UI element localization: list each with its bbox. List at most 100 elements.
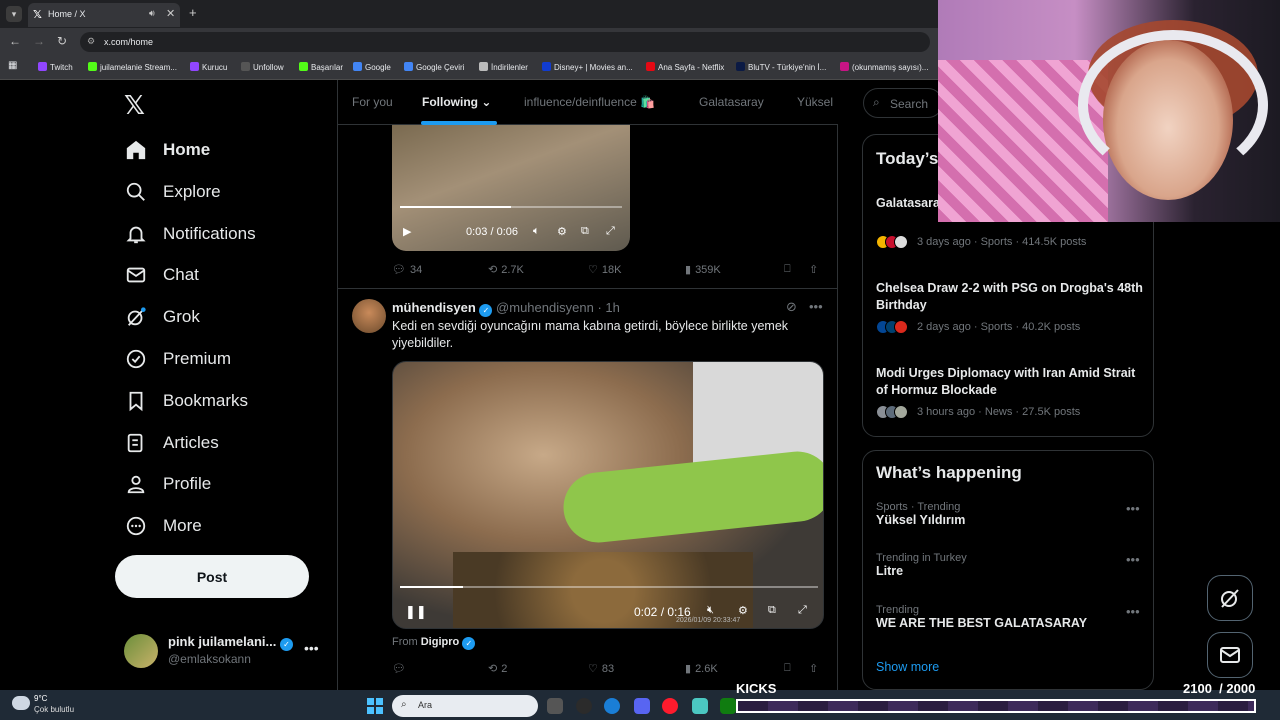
bookmark-item[interactable]: juilamelanie Stream... (88, 62, 177, 72)
app-icon[interactable] (692, 698, 708, 714)
nav-home[interactable]: Home (124, 135, 210, 165)
news-item[interactable]: Modi Urges Diplomacy with Iran Amid Stra… (876, 365, 1146, 399)
pip-icon[interactable]: ⧉ (581, 225, 589, 238)
nav-explore[interactable]: Explore (124, 177, 221, 207)
bookmark-item[interactable]: Kurucu (190, 62, 227, 72)
bookmark-item[interactable]: (okunmamış sayısı)... (840, 62, 928, 72)
discord-icon[interactable] (634, 698, 650, 714)
opera-icon[interactable] (662, 698, 678, 714)
more-dots-icon[interactable]: ••• (304, 640, 319, 656)
mail-icon (1220, 647, 1240, 663)
search-input[interactable]: ⌕ Search (863, 88, 943, 118)
video-source-link[interactable]: Digipro (421, 636, 460, 648)
bookmark-item[interactable]: Google Çeviri (404, 62, 464, 72)
show-more-link[interactable]: Show more (876, 660, 939, 674)
like-button[interactable]: ♡ 18K (588, 263, 621, 277)
tab-following[interactable]: Following ⌄ (422, 95, 491, 109)
views-button[interactable]: ▮ 359K (685, 263, 721, 277)
nav-notifications[interactable]: Notifications (124, 219, 256, 249)
taskbar-search[interactable]: ⌕ Ara (392, 695, 538, 717)
trend-item[interactable]: Trending in Turkey Litre ••• (876, 552, 1146, 578)
nav-articles[interactable]: Articles (124, 428, 219, 458)
mute-icon[interactable]: 🔈︎ (533, 225, 540, 238)
new-tab-button[interactable]: + (189, 5, 197, 20)
weather-description[interactable]: Çok bulutlu (34, 705, 74, 714)
tab-galatasaray[interactable]: Galatasaray (699, 95, 764, 109)
share-button[interactable]: ⇧ (809, 263, 818, 276)
tab-influence-deinfluence[interactable]: influence/deinfluence 🛍️ (524, 95, 655, 109)
settings-gear-icon[interactable]: ⚙ (738, 604, 748, 617)
weather-temperature[interactable]: 9°C (34, 694, 47, 703)
bookmark-favicon-icon (646, 62, 655, 71)
browser-tab[interactable]: 𝕏 Home / X 🔊︎ ✕ (28, 3, 180, 27)
trend-item[interactable]: Sports · Trending Yüksel Yıldırım ••• (876, 501, 1146, 527)
play-icon[interactable]: ▶ (403, 225, 411, 238)
video-progress-fill (400, 206, 511, 208)
site-info-icon[interactable]: ⚙ (87, 36, 95, 47)
xbox-icon[interactable] (720, 698, 736, 714)
repost-button[interactable]: ⟲ 2 (488, 662, 507, 676)
fullscreen-icon[interactable]: ⤢ (798, 604, 807, 617)
edge-icon[interactable] (604, 698, 620, 714)
repost-button[interactable]: ⟲ 2.7K (488, 263, 524, 277)
tab-yuksel[interactable]: Yüksel (797, 95, 833, 109)
bookmark-item[interactable]: Başarılar (299, 62, 343, 72)
account-switcher[interactable]: pink juilamelani... ✓ @emlaksokann ••• (124, 632, 324, 672)
url-bar[interactable]: ⚙ x.com/home (80, 32, 930, 52)
bookmark-item[interactable]: BluTV - Türkiye'nin İ... (736, 62, 826, 72)
nav-profile[interactable]: Profile (124, 469, 211, 499)
post-button[interactable]: Post (115, 555, 309, 598)
apps-grid-icon[interactable]: ▦ (8, 60, 17, 71)
nav-chat[interactable]: Chat (124, 260, 199, 290)
avatar[interactable] (352, 299, 386, 333)
grok-explain-icon[interactable]: ⊘ (786, 299, 797, 315)
mute-icon[interactable]: 🔇︎ (707, 604, 714, 617)
share-button[interactable]: ⇧ (809, 662, 818, 675)
nav-more[interactable]: More (124, 511, 202, 541)
settings-gear-icon[interactable]: ⚙ (557, 225, 567, 238)
obs-icon[interactable] (576, 698, 592, 714)
bookmark-item[interactable]: Google (353, 62, 391, 72)
video-progress-bar[interactable] (400, 206, 622, 208)
tweet-video[interactable]: ▶ 0:03 / 0:06 🔈︎ ⚙ ⧉ ⤢ (392, 125, 630, 251)
bookmark-item[interactable]: Disney+ | Movies an... (542, 62, 633, 72)
close-tab-icon[interactable]: ✕ (166, 7, 175, 20)
more-dots-icon[interactable]: ••• (1126, 552, 1140, 567)
speaker-icon[interactable]: 🔊︎ (149, 8, 155, 19)
messages-button[interactable] (1207, 632, 1253, 678)
more-dots-icon[interactable]: ••• (809, 299, 823, 314)
nav-premium[interactable]: Premium (124, 344, 231, 374)
pip-icon[interactable]: ⧉ (768, 604, 776, 617)
reply-button[interactable]: 💬︎ 34 (392, 263, 422, 277)
more-dots-icon[interactable]: ••• (1126, 501, 1140, 516)
like-button[interactable]: ♡ 83 (588, 662, 614, 676)
bookmark-item[interactable]: Twitch (38, 62, 73, 72)
bookmark-item[interactable]: Ana Sayfa - Netflix (646, 62, 724, 72)
back-arrow-icon[interactable]: ← (9, 34, 21, 48)
tweet-author[interactable]: mühendisyen ✓ @muhendisyenn · 1h (392, 300, 620, 317)
bookmark-button[interactable]: ⎕ (784, 662, 791, 675)
nav-bookmarks[interactable]: Bookmarks (124, 386, 248, 416)
bookmark-item[interactable]: İndirilenler (479, 62, 528, 72)
x-logo-icon[interactable]: 𝕏 (124, 90, 145, 121)
video-progress-bar[interactable] (400, 586, 818, 588)
nav-grok[interactable]: Grok (124, 302, 200, 332)
trend-item[interactable]: Trending WE ARE THE BEST GALATASARAY ••• (876, 604, 1146, 630)
task-view-icon[interactable] (547, 698, 563, 714)
more-dots-icon[interactable]: ••• (1126, 604, 1140, 619)
views-button[interactable]: ▮ 2.6K (685, 662, 718, 676)
news-item[interactable]: Chelsea Draw 2-2 with PSG on Drogba's 48… (876, 280, 1146, 314)
pause-icon[interactable]: ❚❚ (405, 604, 427, 620)
reply-button[interactable]: 💬︎ (392, 662, 410, 675)
tweet-video[interactable]: 2026/01/09 20:33:47 ❚❚ 0:02 / 0:16 🔇︎ ⚙ … (392, 361, 824, 629)
bookmark-button[interactable]: ⎕ (784, 263, 791, 276)
grok-button[interactable] (1207, 575, 1253, 621)
tab-for-you[interactable]: For you (352, 95, 393, 109)
bookmark-item[interactable]: Unfollow (241, 62, 284, 72)
video-time: 0:03 / 0:06 (466, 226, 518, 238)
forward-arrow-icon[interactable]: → (33, 34, 45, 48)
windows-start-icon[interactable] (367, 698, 383, 714)
fullscreen-icon[interactable]: ⤢ (606, 225, 615, 238)
tab-search-button[interactable]: ▾ (6, 6, 22, 22)
reload-icon[interactable]: ↻ (57, 34, 67, 48)
